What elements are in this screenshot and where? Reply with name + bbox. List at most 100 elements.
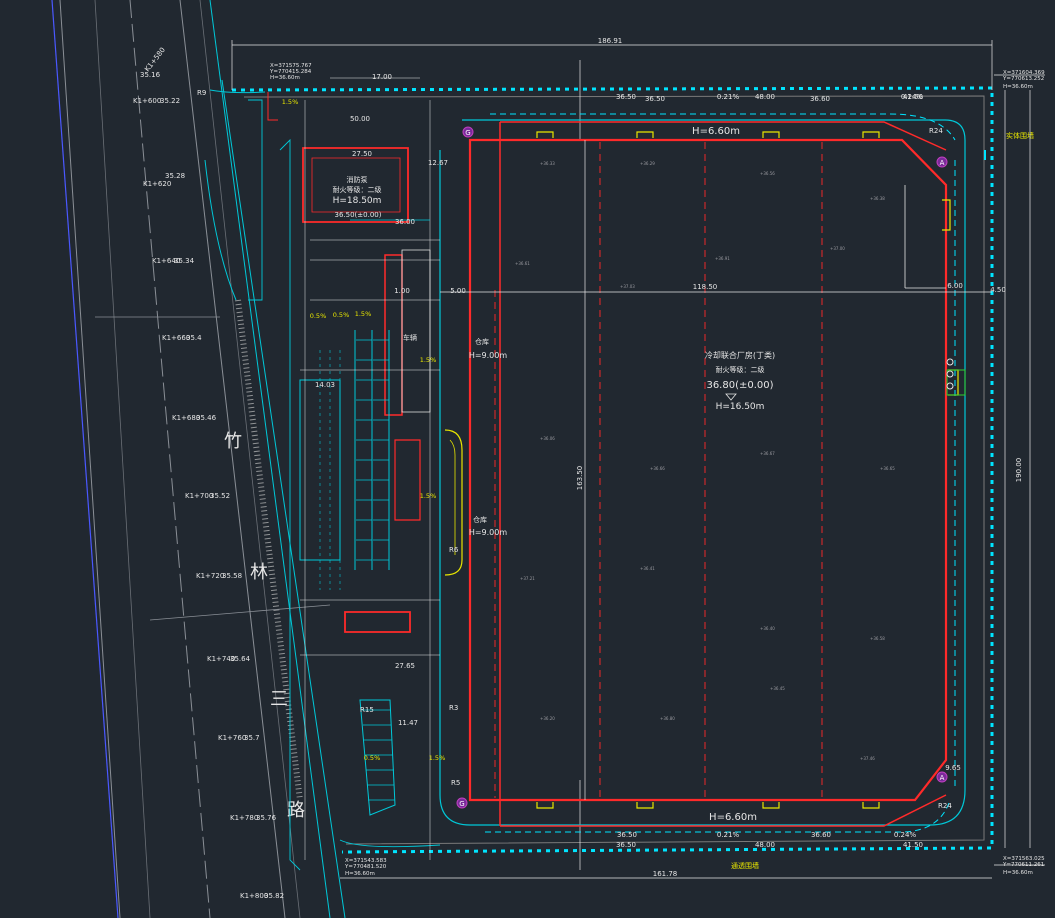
marker-label: G — [459, 800, 464, 808]
dim-bottom-total: 161.78 — [653, 870, 678, 878]
lane-label: H=9.00m — [469, 351, 508, 360]
radius-label: R24 — [929, 127, 943, 135]
site-plan-drawing: K1+580 35.16 K1+600 35.22 K1+620 35.28 K… — [0, 0, 1055, 918]
svg-text:+36.40: +36.40 — [760, 626, 775, 631]
svg-text:+36.61: +36.61 — [515, 261, 530, 266]
coord-h: H=36.60m — [1003, 84, 1033, 90]
chainage-station: K1+760 — [218, 734, 246, 742]
building-elevation: 36.80(±0.00) — [706, 380, 773, 391]
slope-label: 1.5% — [282, 98, 299, 106]
chainage-level: 35.82 — [264, 892, 284, 900]
slope-label: 0.5% — [364, 754, 381, 762]
building-fire-rating: 耐火等级：二级 — [716, 365, 765, 374]
dim-inner-height: 163.50 — [576, 466, 584, 491]
radius-label: R15 — [360, 706, 374, 714]
svg-text:+36.29: +36.29 — [640, 161, 655, 166]
svg-text:+36.38: +36.38 — [870, 196, 885, 201]
dim-top-total: 186.91 — [598, 37, 623, 45]
drawing-background — [0, 0, 1055, 918]
radius-label: R9 — [197, 89, 206, 97]
svg-text:+36.33: +36.33 — [540, 161, 555, 166]
dim-label: 12.67 — [428, 159, 448, 167]
svg-text:+36.67: +36.67 — [760, 451, 775, 456]
pct-label: 0.24% — [894, 831, 917, 839]
svg-text:+36.06: +36.06 — [540, 436, 555, 441]
chainage-level: 35.7 — [244, 734, 260, 742]
road-name-char: 林 — [250, 562, 268, 583]
chainage-level: 35.52 — [210, 492, 230, 500]
svg-text:+36.41: +36.41 — [640, 566, 655, 571]
dim-label: 48.00 — [755, 841, 775, 849]
chainage-station: K1+600 — [133, 97, 161, 105]
dim-label: 36.00 — [395, 218, 415, 226]
chainage-level: 35.46 — [196, 414, 217, 422]
road-name-char: 三 — [270, 689, 288, 710]
chainage-level: 35.22 — [160, 97, 180, 105]
dim-label: 27.65 — [395, 662, 415, 670]
svg-text:+37.03: +37.03 — [620, 284, 635, 289]
lane-label: 车辆 — [403, 333, 417, 342]
chainage-station: K1+620 — [143, 180, 171, 188]
coord-h: H=36.60m — [1003, 870, 1033, 876]
chainage-level: 35.4 — [186, 334, 202, 342]
slope-label: 1.5% — [429, 754, 446, 762]
coord-h: H=36.60m — [270, 75, 300, 81]
dim-label: 27.50 — [352, 150, 372, 158]
chainage-level: 35.34 — [174, 257, 195, 265]
svg-text:+36.20: +36.20 — [540, 716, 555, 721]
svg-text:+36.66: +36.66 — [650, 466, 665, 471]
building-bottom-height: H=6.60m — [709, 812, 757, 823]
svg-text:+37.46: +37.46 — [860, 756, 875, 761]
svg-text:+36.65: +36.65 — [880, 466, 895, 471]
pct-label: 0.21% — [717, 831, 740, 839]
dim-label: 6.00 — [947, 282, 963, 290]
pct-label: 0.21% — [717, 93, 740, 101]
radius-label: R5 — [451, 779, 460, 787]
dim-label: 50.00 — [350, 115, 370, 123]
slope-label: 1.5% — [355, 310, 372, 318]
dim-label: 41.50 — [903, 841, 923, 849]
dim-label: 36.50 — [616, 841, 636, 849]
dim-label: 5.00 — [450, 287, 466, 295]
building-top-height: H=6.60m — [692, 126, 740, 137]
radius-label: R24 — [938, 802, 952, 810]
dim-label: 36.50 — [616, 93, 636, 101]
chainage-level: 35.64 — [230, 655, 251, 663]
slope-label: 1.5% — [420, 356, 437, 364]
svg-text:+36.45: +36.45 — [770, 686, 785, 691]
dim-label: 9.65 — [945, 764, 961, 772]
pump-building-name: 消防泵 — [347, 175, 368, 184]
lane-label: 仓库 — [473, 515, 487, 524]
level-label: 36.60 — [811, 831, 831, 839]
slope-label: 0.5% — [310, 312, 327, 320]
marker-label: A — [940, 159, 945, 167]
dim-label: 17.00 — [372, 73, 392, 81]
svg-text:+36.58: +36.58 — [870, 636, 885, 641]
marker-label: G — [465, 129, 470, 137]
dim-label: 48.00 — [755, 93, 775, 101]
radius-label: R3 — [449, 704, 458, 712]
svg-text:+37.00: +37.00 — [830, 246, 845, 251]
fence-bottom-label: 通透围墙 — [731, 861, 759, 870]
pct-label: 0.24% — [901, 93, 924, 101]
chainage-level: 35.58 — [222, 572, 242, 580]
pump-building-rating: 耐火等级：二级 — [333, 185, 382, 194]
road-name-char: 竹 — [224, 431, 242, 452]
dim-inner-width: 118.50 — [693, 283, 718, 291]
coord-h: H=36.60m — [345, 871, 375, 877]
dim-right-total: 190.00 — [1015, 458, 1023, 483]
dim-label: 1.00 — [394, 287, 410, 295]
coord-y: Y=770613.252 — [1002, 76, 1044, 82]
chainage-level: 35.76 — [256, 814, 277, 822]
level-label: 36.50 — [617, 831, 637, 839]
dim-label: 11.47 — [398, 719, 418, 727]
chainage-level: 35.28 — [165, 172, 185, 180]
svg-text:+37.21: +37.21 — [520, 576, 535, 581]
svg-text:+36.56: +36.56 — [760, 171, 775, 176]
dim-label: 14.03 — [315, 381, 335, 389]
slope-label: 0.5% — [333, 311, 350, 319]
radius-label: R6 — [449, 546, 459, 554]
svg-text:+36.80: +36.80 — [660, 716, 675, 721]
chainage-level: 35.16 — [140, 71, 161, 79]
lane-label: 仓库 — [475, 337, 489, 346]
